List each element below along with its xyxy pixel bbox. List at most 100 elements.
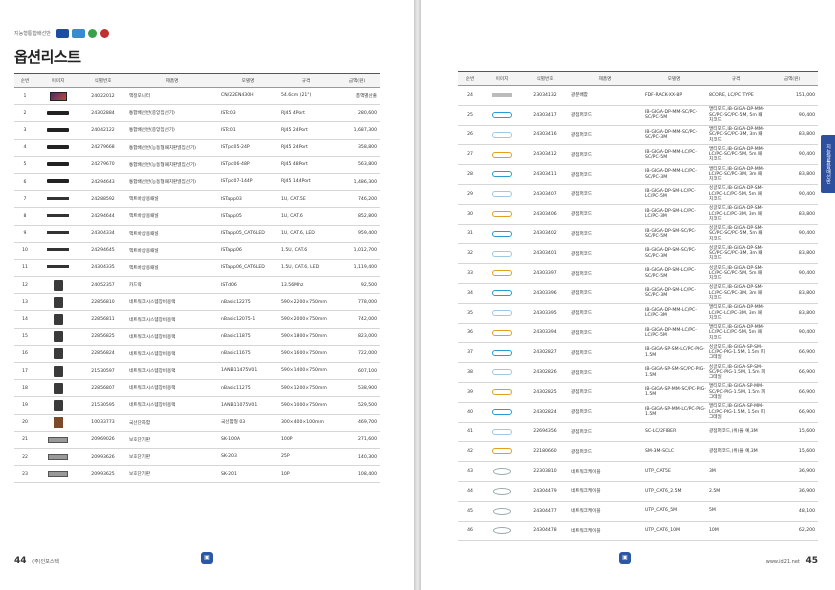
- col-name: 제품명: [126, 73, 218, 88]
- row-price: 48,100: [766, 501, 818, 522]
- switch-thumbnail: [47, 179, 69, 184]
- row-number: 27: [458, 144, 482, 166]
- rack-thumbnail: [53, 365, 63, 377]
- row-image: [36, 310, 80, 329]
- patch-panel-thumbnail: [47, 248, 69, 252]
- row-name: 액정모니터: [126, 87, 218, 106]
- row-spec: 멀티모드,IB-GIGA-DP-MM-LC/PC-LC/PC-3M, 3m 패치…: [706, 303, 766, 324]
- row-model: ISTapp06: [218, 242, 278, 260]
- row-image: [482, 125, 522, 146]
- fiber-cord-thumbnail: [492, 131, 512, 138]
- row-spec: 1U, CAT.5E: [278, 190, 334, 209]
- row-price: 538,900: [334, 379, 380, 398]
- table-row: 33 24303397 광점퍼코드 IB-GIGA-DP-SM-LC/PC-SC/PC…: [458, 263, 818, 284]
- row-id: 24302826: [522, 362, 568, 383]
- table-row: 9 24304334 액트바상용패널 ISTapp05_CAT6LED 1U, CAT.…: [14, 225, 380, 243]
- row-spec: 590×1800×750mm: [278, 328, 334, 346]
- row-price: 1,687,300: [334, 121, 380, 140]
- table-row: 22 20993626 보호단기판 SK-203 25P 140,300: [14, 448, 380, 467]
- row-id: 24303407: [522, 184, 568, 205]
- row-model: FDF-RACK-XX-8P: [642, 85, 706, 106]
- row-price: 36,900: [766, 461, 818, 482]
- row-price: 83,800: [766, 164, 818, 185]
- row-image: [482, 402, 522, 423]
- row-price: 90,400: [766, 323, 818, 344]
- section-side-tab[interactable]: 지능형통합배선반: [821, 135, 835, 193]
- row-name: 네트워크시스템장비용랙: [126, 345, 218, 364]
- fiber-cord-thumbnail: [492, 369, 512, 376]
- row-image: [482, 144, 522, 166]
- row-price: 36,900: [766, 481, 818, 502]
- row-image: [482, 283, 522, 304]
- row-price: 90,400: [766, 224, 818, 245]
- row-id: 22694356: [522, 422, 568, 443]
- row-model: ISTc03: [218, 104, 278, 123]
- row-model: IB-GIGA-DP-SM-LC/PC-LC/PC-5M: [642, 184, 706, 205]
- row-spec: 광점퍼코드,(위)을 예,3M: [706, 441, 766, 463]
- row-id: 22856825: [80, 328, 126, 346]
- row-image: [482, 303, 522, 324]
- row-number: 8: [14, 207, 36, 226]
- fiber-cord-thumbnail: [492, 309, 512, 316]
- row-price: 83,800: [766, 125, 818, 146]
- row-spec: 싱글모드,IB-GIGA-DP-SM-LC/PC-LC/PC-5M, 5m 패치…: [706, 184, 766, 205]
- row-image: [36, 414, 80, 432]
- row-price: 1,486,300: [334, 173, 380, 192]
- row-name: 광점퍼코드: [568, 125, 642, 146]
- row-spec: 10P: [278, 465, 334, 484]
- table-row: 32 24303401 광점퍼코드 IB-GIGA-DP-SM-SC/PC-SC/PC…: [458, 243, 818, 265]
- table-row: 35 24303395 광점퍼코드 IB-GIGA-DP-MM-LC/PC-LC/PC…: [458, 303, 818, 324]
- row-spec: 300×400×100mm: [278, 414, 334, 432]
- row-name: 광점퍼코드: [568, 342, 642, 364]
- row-model: IB-GIGA-DP-SM-LC/PC-SC/PC-5M: [642, 263, 706, 284]
- row-number: 41: [458, 422, 482, 443]
- row-image: [482, 382, 522, 403]
- row-spec: 5M: [706, 501, 766, 522]
- col-model: 모델명: [642, 71, 706, 86]
- row-id: 22180660: [522, 441, 568, 463]
- row-id: 23034132: [522, 85, 568, 106]
- fiber-cord-thumbnail: [492, 389, 512, 396]
- row-name: 네트워크시스템장비용랙: [126, 379, 218, 398]
- row-number: 19: [14, 396, 36, 415]
- row-id: 24022012: [80, 87, 126, 106]
- row-price: 83,800: [766, 283, 818, 304]
- right-page: 순번 이미지 식별번호 제품명 모델명 규격 금액(원) 24 23034132 광…: [421, 0, 835, 590]
- row-price: 90,400: [766, 144, 818, 166]
- rack-thumbnail: [53, 331, 63, 343]
- switch-thumbnail: [47, 127, 69, 132]
- emblem-icon: ▣: [619, 552, 631, 564]
- row-number: 46: [458, 521, 482, 542]
- table-row: 23 20993625 보호단기판 SK-201 10P 108,400: [14, 465, 380, 484]
- row-price: 66,900: [766, 382, 818, 403]
- table-row: 1 24022012 액정모니터 CN/22EN430H 54.6cm (21") 총액별…: [14, 87, 380, 106]
- row-id: 24303416: [522, 125, 568, 146]
- row-price: 959,400: [334, 225, 380, 243]
- row-id: 24302827: [522, 342, 568, 364]
- col-spec: 규격: [278, 73, 334, 88]
- row-image: [36, 207, 80, 226]
- row-name: 광점퍼코드: [568, 283, 642, 304]
- row-spec: 멀티모드,IB-GIGA-DP-MM-SC/PC-SC/PC-5M, 5m 패치…: [706, 105, 766, 126]
- table-row: 25 24303417 광점퍼코드 IB-GIGA-DP-MM-SC/PC-SC/PC…: [458, 105, 818, 126]
- row-model: CN/22EN430H: [218, 87, 278, 106]
- row-id: 20993625: [80, 465, 126, 484]
- header-category: 지능형통합배선반: [14, 31, 51, 37]
- row-number: 4: [14, 139, 36, 157]
- row-image: [482, 501, 522, 522]
- table-row: 37 24302827 광점퍼코드 IB-GIGA-SP-SM-LC/PC-PIG-1…: [458, 342, 818, 364]
- row-number: 26: [458, 125, 482, 146]
- row-id: 24302824: [522, 402, 568, 423]
- row-number: 22: [14, 448, 36, 467]
- patch-panel-thumbnail: [47, 231, 69, 235]
- row-number: 25: [458, 105, 482, 126]
- row-number: 16: [14, 345, 36, 364]
- row-model: SK-203: [218, 448, 278, 467]
- row-id: 24302884: [80, 104, 126, 123]
- row-model: ISTpc06-48P: [218, 156, 278, 174]
- row-price: 90,400: [766, 263, 818, 284]
- table-row: 39 24302825 광점퍼코드 IB-GIGA-SP-MM-SC/PC-PIG-1…: [458, 382, 818, 403]
- col-id: 식별번호: [522, 71, 568, 86]
- fiber-cord-thumbnail: [492, 270, 512, 277]
- row-spec: 1.5U, CAT.6, LED: [278, 259, 334, 278]
